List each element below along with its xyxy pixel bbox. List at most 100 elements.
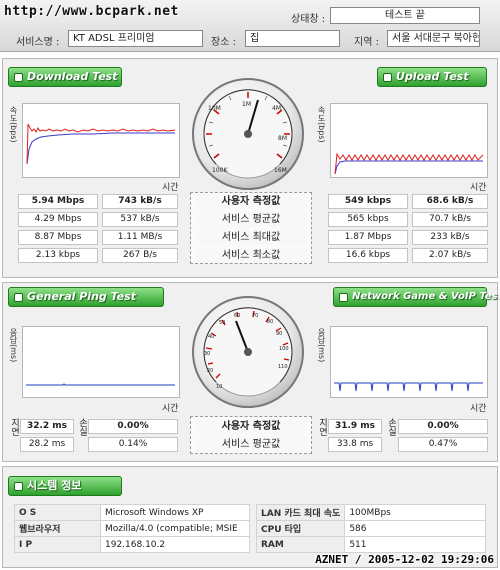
game-ylabel: 응답(ms) bbox=[317, 328, 326, 363]
browser-key: 웹브라우저 bbox=[14, 520, 101, 537]
speed-gauge-label-1: 10M bbox=[208, 105, 221, 112]
upload-test-label: Upload Test bbox=[396, 70, 469, 83]
download-avg-mbps: 4.29 Mbps bbox=[18, 212, 98, 227]
game-current-delay: 31.9 ms bbox=[328, 419, 382, 434]
lan-value: 100MBps bbox=[344, 504, 486, 521]
system-row-cpu: CPU 타입 586 bbox=[255, 520, 486, 537]
ping-gauge-label-10: 110 bbox=[278, 364, 288, 370]
upload-test-button[interactable]: Upload Test bbox=[377, 67, 487, 87]
game-avg-loss: 0.47% bbox=[398, 437, 488, 452]
upload-xlabel: 시간 bbox=[470, 183, 487, 193]
ram-key: RAM bbox=[255, 536, 346, 553]
download-button-dot-icon bbox=[14, 73, 23, 82]
status-field: 테스트 끝 bbox=[330, 7, 480, 24]
download-min-bs: 267 B/s bbox=[102, 248, 178, 263]
upload-min-kbs: 2.07 kB/s bbox=[412, 248, 488, 263]
system-button-dot-icon bbox=[14, 482, 23, 491]
upload-line-red bbox=[334, 152, 484, 175]
download-current-kbs: 743 kB/s bbox=[102, 194, 178, 209]
game-current-loss: 0.00% bbox=[398, 419, 488, 434]
os-value: Microsoft Windows XP bbox=[100, 504, 250, 521]
download-line-blue bbox=[26, 132, 175, 165]
ping-gauge-label-9: 100 bbox=[279, 346, 289, 352]
watermark: http://www.bcpark.net bbox=[4, 4, 179, 19]
game-button-dot-icon bbox=[339, 293, 348, 302]
download-test-label: Download Test bbox=[27, 70, 118, 83]
ping-current-delay: 32.2 ms bbox=[20, 419, 74, 434]
region-field: 서울 서대문구 북아현 bbox=[387, 30, 480, 47]
ping-gauge-label-3: 40 bbox=[208, 334, 214, 340]
upload-min-kbps: 16.6 kbps bbox=[328, 248, 408, 263]
speed-gauge-label-4: 8M bbox=[278, 135, 287, 142]
speed-gauge-label-5: 16M bbox=[274, 167, 287, 174]
ping-avg-delay: 28.2 ms bbox=[20, 437, 74, 452]
upload-line-blue bbox=[334, 160, 483, 175]
game-xlabel: 시간 bbox=[470, 404, 487, 414]
general-ping-test-label: General Ping Test bbox=[27, 290, 136, 303]
system-info-button[interactable]: 시스템 정보 bbox=[8, 476, 122, 496]
ping-xlabel: 시간 bbox=[162, 404, 179, 414]
ram-value: 511 bbox=[344, 536, 486, 553]
upload-avg-kbps: 565 kbps bbox=[328, 212, 408, 227]
system-table-right: LAN 카드 최대 속도 100MBps CPU 타입 586 RAM 511 bbox=[255, 504, 486, 553]
ping-gauge-svg: 10 20 30 40 50 60 70 80 90 100 110 bbox=[203, 307, 293, 397]
system-info-label: 시스템 정보 bbox=[27, 479, 82, 492]
upload-button-dot-icon bbox=[383, 73, 392, 82]
service-label: 서비스명 : bbox=[16, 37, 60, 48]
region-label: 지역 : bbox=[354, 37, 379, 48]
download-xlabel: 시간 bbox=[162, 183, 179, 193]
download-min-kbps: 2.13 kbps bbox=[18, 248, 98, 263]
system-table-left: O S Microsoft Windows XP 웹브라우저 Mozilla/4… bbox=[14, 504, 250, 553]
ping-label-avg: 서비스 평균값 bbox=[196, 437, 306, 452]
upload-graph bbox=[330, 103, 488, 178]
ping-current-loss: 0.00% bbox=[88, 419, 178, 434]
ping-avg-loss: 0.14% bbox=[88, 437, 178, 452]
upload-max-kbs: 233 kB/s bbox=[412, 230, 488, 245]
ping-gauge: 10 20 30 40 50 60 70 80 90 100 110 bbox=[192, 296, 304, 408]
download-test-button[interactable]: Download Test bbox=[8, 67, 122, 87]
general-ping-test-button[interactable]: General Ping Test bbox=[8, 287, 164, 307]
game-line bbox=[334, 382, 483, 392]
system-row-lan: LAN 카드 최대 속도 100MBps bbox=[255, 504, 486, 521]
ping-gauge-label-5: 60 bbox=[234, 313, 240, 319]
system-row-browser: 웹브라우저 Mozilla/4.0 (compatible; MSIE bbox=[14, 520, 250, 537]
ping-graph-svg bbox=[26, 383, 175, 386]
os-key: O S bbox=[14, 504, 101, 521]
ping-gauge-label-7: 80 bbox=[267, 319, 273, 325]
place-field: 집 bbox=[245, 30, 340, 47]
lan-key: LAN 카드 최대 속도 bbox=[255, 504, 346, 521]
download-line-red bbox=[26, 123, 176, 165]
network-game-voip-test-button[interactable]: Network Game & VoIP Test bbox=[333, 287, 500, 307]
browser-value: Mozilla/4.0 (compatible; MSIE bbox=[100, 520, 250, 537]
download-graph bbox=[22, 103, 180, 178]
ping-line bbox=[26, 383, 175, 386]
upload-current-kbs: 68.6 kB/s bbox=[412, 194, 488, 209]
cpu-key: CPU 타입 bbox=[255, 520, 346, 537]
download-max-mbps: 8.87 Mbps bbox=[18, 230, 98, 245]
status-label: 상태창 : bbox=[291, 14, 326, 25]
upload-avg-kbs: 70.7 kB/s bbox=[412, 212, 488, 227]
speed-gauge-hub bbox=[244, 130, 252, 138]
game-graph-svg bbox=[334, 382, 483, 392]
cpu-value: 586 bbox=[344, 520, 486, 537]
system-row-ip: I P 192.168.10.2 bbox=[14, 536, 250, 553]
speed-gauge-label-0: 100K bbox=[212, 167, 228, 174]
download-max-kbs: 1.11 MB/s bbox=[102, 230, 178, 245]
ping-gauge-label-6: 70 bbox=[252, 313, 258, 319]
ping-button-dot-icon bbox=[14, 293, 23, 302]
ping-label-user: 사용자 측정값 bbox=[196, 419, 306, 434]
ping-gauge-label-0: 10 bbox=[216, 384, 222, 390]
speed-gauge-label-2: 1M bbox=[242, 101, 251, 108]
download-graph-svg bbox=[26, 123, 176, 165]
system-row-ram: RAM 511 bbox=[255, 536, 486, 553]
game-avg-delay: 33.8 ms bbox=[328, 437, 382, 452]
ping-gauge-label-2: 30 bbox=[204, 351, 210, 357]
ping-ylabel: 응답(ms) bbox=[9, 328, 18, 363]
upload-current-kbps: 549 kbps bbox=[328, 194, 408, 209]
game-loss-label: 손실 bbox=[386, 418, 396, 436]
ping-gauge-label-8: 90 bbox=[276, 331, 282, 337]
place-label: 장소 : bbox=[211, 37, 236, 48]
ping-gauge-label-1: 20 bbox=[207, 368, 213, 374]
game-graph bbox=[330, 326, 488, 398]
speed-gauge-svg: 100K 10M 1M 4M 8M 16M bbox=[203, 89, 293, 179]
